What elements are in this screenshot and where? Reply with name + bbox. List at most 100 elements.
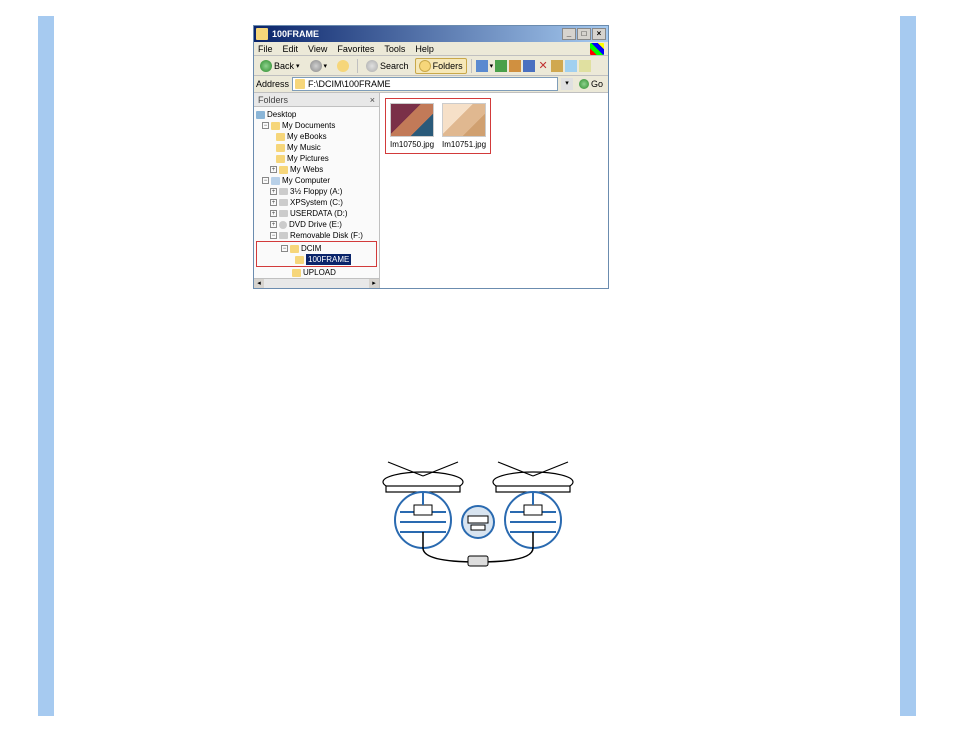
toolbar: Back ▾ ▾ Search Folders ▾ ✕ [254, 56, 608, 76]
tree-my-documents[interactable]: My Documents [282, 120, 335, 131]
delete-icon[interactable]: ✕ [537, 60, 549, 72]
move-icon[interactable] [495, 60, 507, 72]
folder-tree[interactable]: Desktop − My Documents My eBooks My Music… [254, 107, 379, 278]
close-pane-icon[interactable]: × [370, 95, 375, 105]
tree-my-webs[interactable]: My Webs [290, 164, 323, 175]
forward-button[interactable]: ▾ [306, 58, 332, 74]
windows-logo-icon [590, 43, 604, 55]
go-button[interactable]: Go [576, 79, 606, 89]
copy-clipboard-icon[interactable] [565, 60, 577, 72]
expand-icon[interactable]: + [270, 188, 277, 195]
separator [357, 59, 358, 73]
expand-icon[interactable]: + [270, 166, 277, 173]
tree-desktop[interactable]: Desktop [267, 109, 296, 120]
folders-button[interactable]: Folders [415, 58, 467, 74]
forward-icon [310, 60, 322, 72]
expand-icon[interactable]: + [270, 210, 277, 217]
go-label: Go [591, 79, 603, 89]
scroll-right-icon[interactable]: ▸ [369, 279, 379, 288]
drive-icon [279, 210, 288, 217]
collapse-icon[interactable]: − [270, 232, 277, 239]
folder-icon [279, 166, 288, 174]
connection-diagram [368, 450, 588, 570]
removable-icon [279, 232, 288, 239]
tree-my-music[interactable]: My Music [287, 142, 321, 153]
tree-scrollbar[interactable]: ◂ ▸ [254, 278, 379, 288]
drive-icon [279, 199, 288, 206]
folder-icon [292, 269, 301, 277]
desktop-icon [256, 111, 265, 119]
tree-userdata[interactable]: USERDATA (D:) [290, 208, 347, 219]
highlighted-tree-section: − DCIM 100FRAME [256, 241, 377, 267]
collapse-icon[interactable]: − [262, 177, 269, 184]
highlighted-file-group: Im10750.jpg Im10751.jpg [385, 98, 491, 154]
search-button[interactable]: Search [362, 58, 413, 74]
folder-icon [276, 155, 285, 163]
go-icon [579, 79, 589, 89]
folders-label: Folders [433, 61, 463, 71]
menu-view[interactable]: View [308, 44, 327, 54]
address-input[interactable]: F:\DCIM\100FRAME [292, 77, 558, 91]
explorer-window: 100FRAME _ □ × File Edit View Favorites … [253, 25, 609, 289]
expand-icon[interactable]: + [270, 199, 277, 206]
file-thumbnail[interactable]: Im10751.jpg [442, 103, 486, 149]
scroll-left-icon[interactable]: ◂ [254, 279, 264, 288]
tree-100frame-selected[interactable]: 100FRAME [306, 254, 351, 265]
menu-help[interactable]: Help [415, 44, 434, 54]
tree-floppy[interactable]: 3½ Floppy (A:) [290, 186, 342, 197]
address-label: Address [256, 79, 289, 89]
titlebar[interactable]: 100FRAME _ □ × [254, 26, 608, 42]
copy-icon[interactable] [509, 60, 521, 72]
undo-icon[interactable] [523, 60, 535, 72]
folders-pane-title: Folders [258, 95, 288, 105]
separator [471, 59, 472, 73]
tree-xpsystem[interactable]: XPSystem (C:) [290, 197, 343, 208]
tree-my-pictures[interactable]: My Pictures [287, 153, 329, 164]
menu-edit[interactable]: Edit [283, 44, 299, 54]
cut-icon[interactable] [551, 60, 563, 72]
tree-dcim[interactable]: DCIM [301, 243, 321, 254]
window-title: 100FRAME [272, 29, 562, 39]
back-label: Back [274, 61, 294, 71]
collapse-icon[interactable]: − [262, 122, 269, 129]
chevron-down-icon: ▾ [490, 62, 494, 70]
body-area: Folders × Desktop − My Documents My eBook… [254, 93, 608, 288]
back-icon [260, 60, 272, 72]
addressbar: Address F:\DCIM\100FRAME ▾ Go [254, 76, 608, 93]
decorative-right-bar [900, 16, 916, 716]
tree-my-ebooks[interactable]: My eBooks [287, 131, 327, 142]
menu-file[interactable]: File [258, 44, 273, 54]
computer-icon [271, 177, 280, 185]
tree-upload[interactable]: UPLOAD [303, 267, 336, 278]
menu-tools[interactable]: Tools [384, 44, 405, 54]
folders-pane: Folders × Desktop − My Documents My eBook… [254, 93, 380, 288]
folder-icon [295, 79, 305, 89]
tree-dvddrive[interactable]: DVD Drive (E:) [289, 219, 342, 230]
views-icon[interactable] [476, 60, 488, 72]
image-thumbnail [390, 103, 434, 137]
disc-icon [279, 221, 287, 229]
up-folder-icon [337, 60, 349, 72]
search-label: Search [380, 61, 409, 71]
expand-icon[interactable]: + [270, 221, 277, 228]
tree-removable[interactable]: Removable Disk (F:) [290, 230, 363, 241]
collapse-icon[interactable]: − [281, 245, 288, 252]
up-button[interactable] [333, 58, 353, 74]
chevron-down-icon: ▾ [324, 62, 328, 70]
folder-icon [271, 122, 280, 130]
tree-my-computer[interactable]: My Computer [282, 175, 330, 186]
content-pane[interactable]: Im10750.jpg Im10751.jpg [380, 93, 608, 288]
close-button[interactable]: × [592, 28, 606, 40]
decorative-left-bar [38, 16, 54, 716]
file-thumbnail[interactable]: Im10750.jpg [390, 103, 434, 149]
back-button[interactable]: Back ▾ [256, 58, 304, 74]
paste-icon[interactable] [579, 60, 591, 72]
folder-icon [290, 245, 299, 253]
maximize-button[interactable]: □ [577, 28, 591, 40]
folder-icon [295, 256, 304, 264]
minimize-button[interactable]: _ [562, 28, 576, 40]
folders-pane-header: Folders × [254, 93, 379, 107]
folder-icon [256, 28, 268, 40]
address-dropdown-icon[interactable]: ▾ [561, 78, 573, 90]
menu-favorites[interactable]: Favorites [337, 44, 374, 54]
